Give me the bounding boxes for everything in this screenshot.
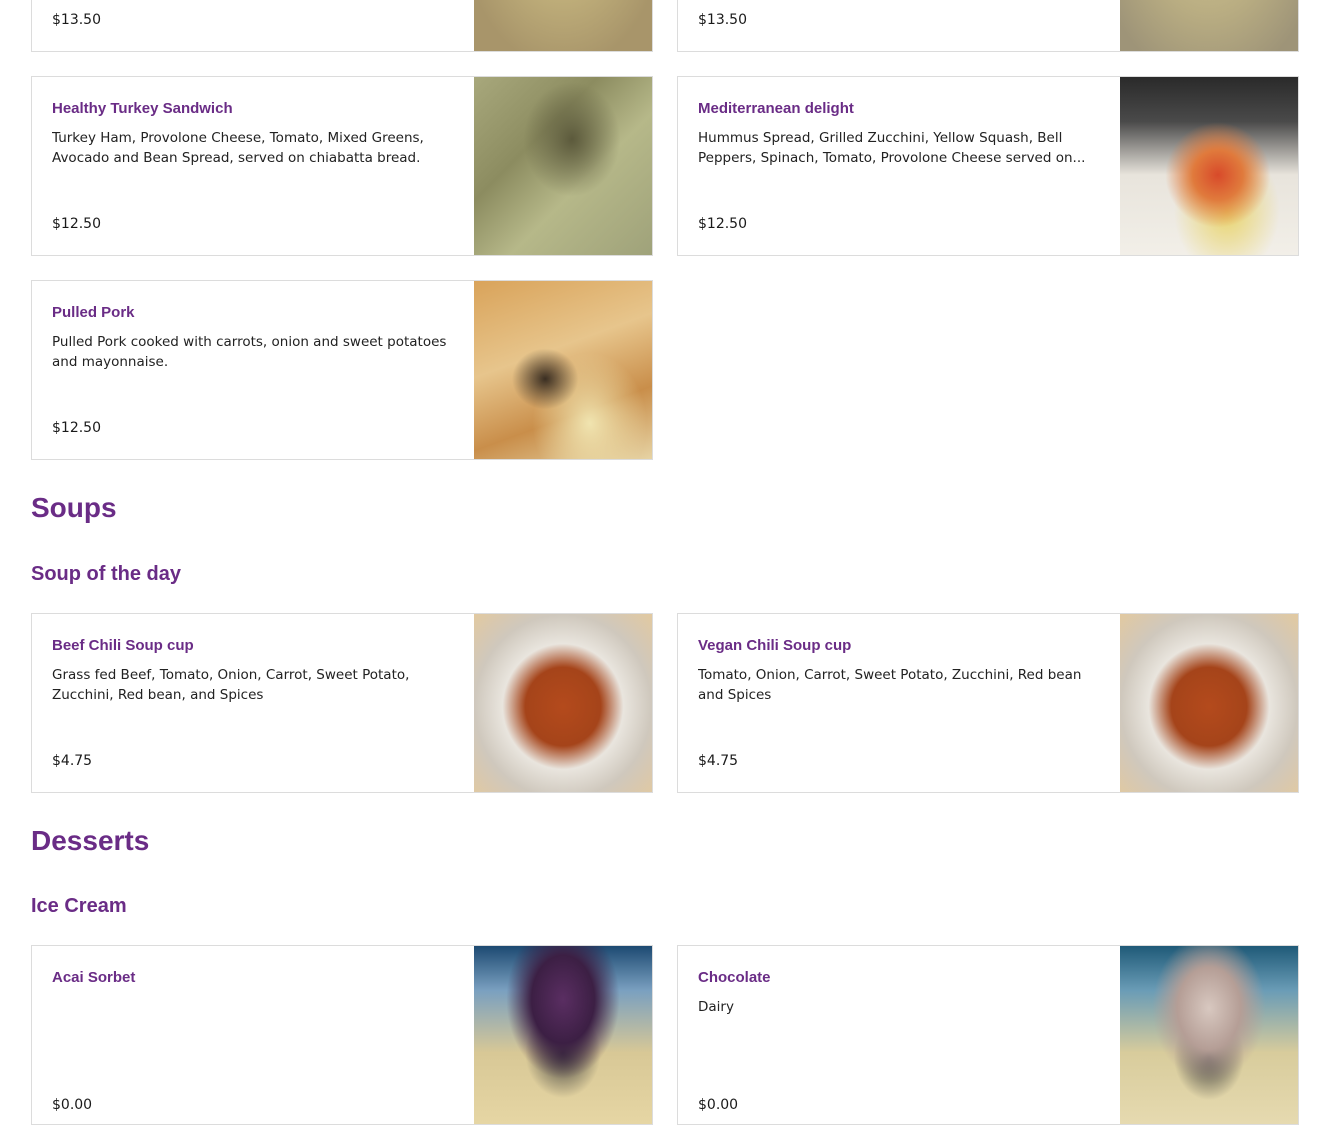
menu-item-mediterranean-delight[interactable]: Mediterranean delight Hummus Spread, Gri… (677, 76, 1299, 256)
item-name: Vegan Chili Soup cup (698, 637, 852, 654)
item-photo (474, 77, 652, 255)
item-price: $13.50 (52, 12, 101, 28)
item-name: Beef Chili Soup cup (52, 637, 194, 654)
item-name: Acai Sorbet (52, 969, 136, 986)
item-price: $0.00 (52, 1097, 93, 1113)
menu-item-beef-chili-soup-cup[interactable]: Beef Chili Soup cup Grass fed Beef, Toma… (31, 613, 653, 793)
item-photo (474, 281, 652, 459)
section-title-desserts: Desserts (31, 825, 150, 856)
item-name: Chocolate (698, 969, 771, 986)
category-title-soup-of-the-day: Soup of the day (31, 563, 181, 585)
item-price: $13.50 (698, 12, 747, 28)
item-description: Dairy (698, 999, 734, 1015)
item-photo (474, 946, 652, 1124)
item-photo (474, 614, 652, 792)
item-photo (1120, 77, 1298, 255)
menu-item-chocolate[interactable]: Chocolate Dairy $0.00 (677, 945, 1299, 1125)
menu-item-acai-sorbet[interactable]: Acai Sorbet $0.00 (31, 945, 653, 1125)
item-name: Mediterranean delight (698, 100, 854, 117)
menu-item-healthy-turkey-sandwich[interactable]: Healthy Turkey Sandwich Turkey Ham, Prov… (31, 76, 653, 256)
item-name: Pulled Pork (52, 304, 135, 321)
item-name: Healthy Turkey Sandwich (52, 100, 233, 117)
item-description: Tomato, Onion, Carrot, Sweet Potato, Zuc… (698, 667, 1082, 703)
item-price: $4.75 (52, 753, 93, 769)
item-price: $12.50 (52, 216, 101, 232)
item-description: Turkey Ham, Provolone Cheese, Tomato, Mi… (52, 130, 424, 166)
section-title-soups: Soups (31, 492, 117, 523)
item-price: $4.75 (698, 753, 739, 769)
item-photo (1120, 0, 1298, 51)
item-price: $12.50 (52, 420, 101, 436)
item-photo (1120, 614, 1298, 792)
item-photo (474, 0, 652, 51)
item-description: Pulled Pork cooked with carrots, onion a… (52, 334, 447, 370)
item-price: $0.00 (698, 1097, 739, 1113)
item-description: Hummus Spread, Grilled Zucchini, Yellow … (698, 130, 1086, 166)
category-title-ice-cream: Ice Cream (31, 895, 127, 917)
menu-item-vegan-chili-soup-cup[interactable]: Vegan Chili Soup cup Tomato, Onion, Carr… (677, 613, 1299, 793)
menu-item-pulled-pork[interactable]: Pulled Pork Pulled Pork cooked with carr… (31, 280, 653, 460)
item-photo (1120, 946, 1298, 1124)
menu-item-card[interactable]: $13.50 (677, 0, 1299, 52)
item-price: $12.50 (698, 216, 747, 232)
menu-item-card[interactable]: $13.50 (31, 0, 653, 52)
item-description: Grass fed Beef, Tomato, Onion, Carrot, S… (52, 667, 410, 703)
